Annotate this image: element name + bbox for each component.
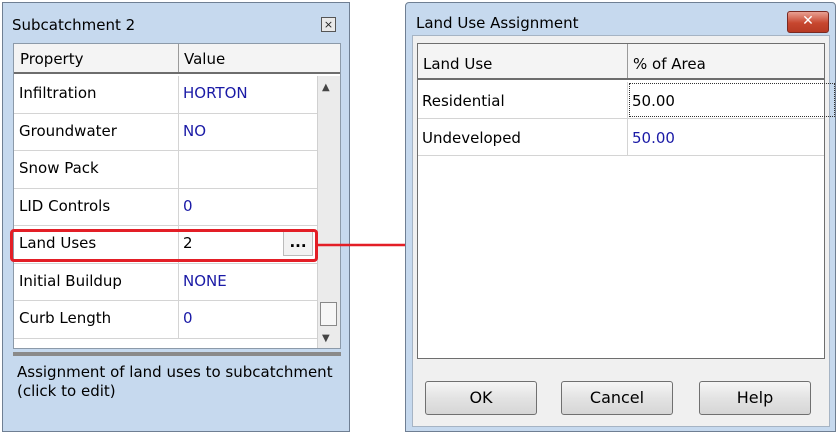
property-name: LID Controls bbox=[19, 196, 111, 215]
column-divider[interactable] bbox=[178, 44, 179, 72]
property-description: Assignment of land uses to subcatchment … bbox=[17, 363, 333, 400]
property-editor-window: Subcatchment 2 × Property Value Infiltra… bbox=[2, 2, 350, 432]
property-row-curb-length[interactable]: Curb Length 0 bbox=[14, 301, 317, 339]
property-value[interactable]: NONE bbox=[183, 272, 227, 290]
property-name: Initial Buildup bbox=[19, 271, 122, 290]
property-row-snow-pack[interactable]: Snow Pack bbox=[14, 151, 317, 189]
pct-area-value[interactable]: 50.00 bbox=[632, 129, 675, 147]
close-icon[interactable]: × bbox=[321, 17, 336, 32]
column-header-land-use[interactable]: Land Use bbox=[423, 55, 492, 73]
description-splitter[interactable] bbox=[13, 352, 341, 356]
ok-button[interactable]: OK bbox=[425, 381, 537, 415]
help-button[interactable]: Help bbox=[699, 381, 811, 415]
column-header-value[interactable]: Value bbox=[184, 50, 225, 68]
cell-divider bbox=[178, 76, 179, 113]
vertical-scrollbar[interactable]: ▲ ▼ bbox=[317, 76, 340, 348]
land-use-row-residential[interactable]: Residential 50.00 bbox=[418, 82, 835, 119]
cell-divider bbox=[178, 113, 179, 150]
cancel-button[interactable]: Cancel bbox=[561, 381, 673, 415]
cell-divider bbox=[178, 263, 179, 300]
land-use-assignment-dialog: Land Use Assignment ✕ Land Use % of Area… bbox=[405, 2, 836, 432]
property-name: Snow Pack bbox=[19, 159, 99, 177]
cell-divider bbox=[178, 188, 179, 225]
property-value[interactable]: NO bbox=[183, 122, 206, 140]
property-row-infiltration[interactable]: Infiltration HORTON bbox=[14, 76, 317, 114]
dialog-body: Land Use % of Area Residential 50.00 Und… bbox=[412, 35, 835, 427]
scroll-down-icon[interactable]: ▼ bbox=[322, 333, 330, 344]
property-name: Curb Length bbox=[19, 309, 112, 327]
property-row-groundwater[interactable]: Groundwater NO bbox=[14, 113, 317, 151]
property-grid-header: Property Value bbox=[14, 44, 340, 74]
land-use-grid-header: Land Use % of Area bbox=[418, 44, 824, 80]
property-editor-title: Subcatchment 2 bbox=[12, 16, 136, 34]
property-name: Groundwater bbox=[19, 121, 117, 140]
pct-area-value[interactable]: 50.00 bbox=[632, 92, 675, 110]
land-use-grid: Land Use % of Area Residential 50.00 Und… bbox=[417, 43, 835, 359]
property-value[interactable]: 0 bbox=[183, 309, 193, 327]
property-grid: Property Value Infiltration HORTON Groun… bbox=[13, 43, 341, 349]
land-use-row-undeveloped[interactable]: Undeveloped 50.00 bbox=[418, 119, 824, 156]
property-row-initial-buildup[interactable]: Initial Buildup NONE bbox=[14, 263, 317, 301]
dialog-title: Land Use Assignment bbox=[416, 14, 579, 32]
property-name: Infiltration bbox=[19, 84, 97, 102]
cell-divider bbox=[178, 301, 179, 338]
scroll-up-icon[interactable]: ▲ bbox=[322, 82, 330, 93]
property-row-lid-controls[interactable]: LID Controls 0 bbox=[14, 188, 317, 226]
cell-divider bbox=[627, 119, 628, 155]
column-header-pct-area[interactable]: % of Area bbox=[633, 55, 706, 73]
property-grid-rows: Infiltration HORTON Groundwater NO Snow … bbox=[14, 76, 317, 348]
scrollbar-thumb[interactable] bbox=[320, 302, 337, 326]
land-use-name: Residential bbox=[422, 92, 505, 110]
land-use-name: Undeveloped bbox=[422, 129, 521, 147]
land-uses-highlight bbox=[10, 229, 318, 262]
column-header-property[interactable]: Property bbox=[20, 50, 83, 68]
column-divider[interactable] bbox=[627, 44, 628, 78]
cell-divider bbox=[627, 82, 628, 118]
property-value[interactable]: 0 bbox=[183, 197, 193, 215]
property-value[interactable]: HORTON bbox=[183, 84, 248, 102]
close-icon[interactable]: ✕ bbox=[787, 11, 829, 33]
cell-divider bbox=[178, 151, 179, 188]
